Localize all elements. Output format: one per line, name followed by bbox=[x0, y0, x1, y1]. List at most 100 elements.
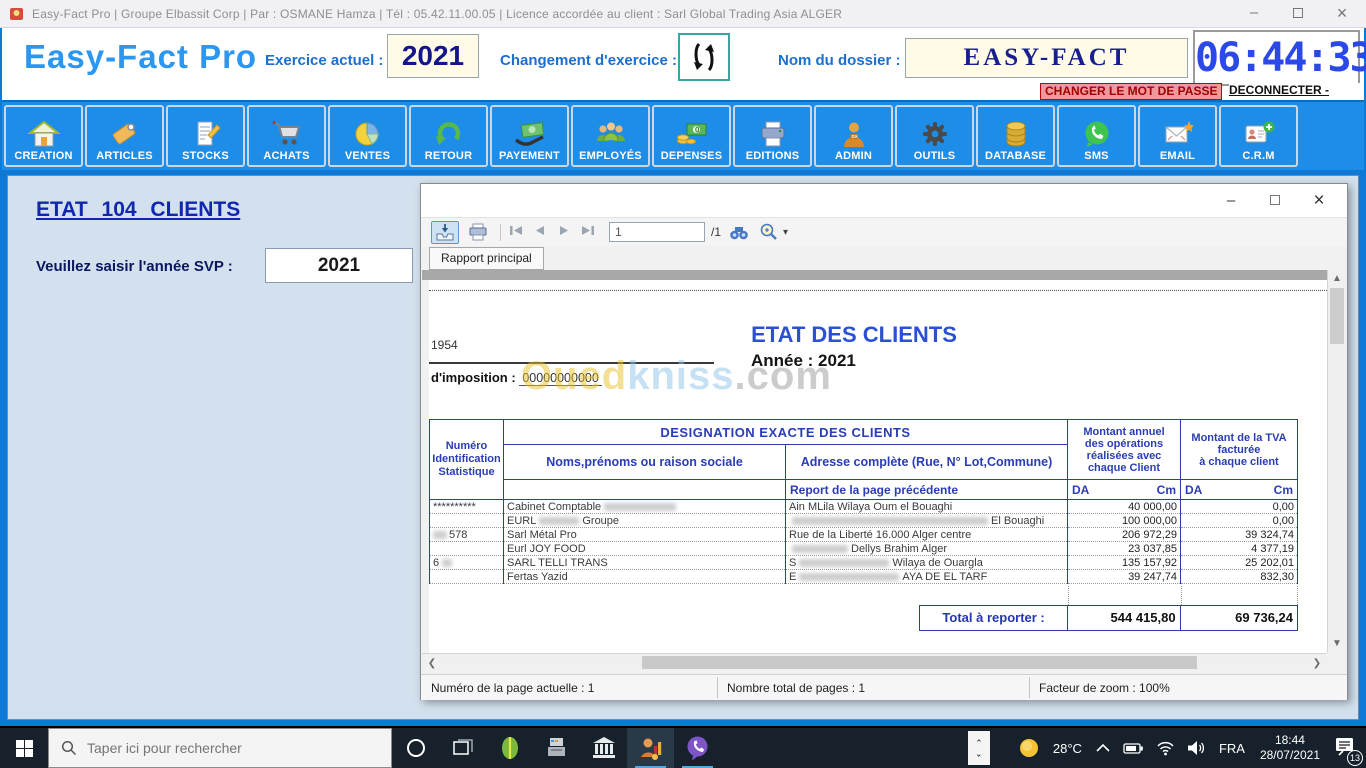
vertical-scroll-thumb[interactable] bbox=[1330, 288, 1344, 344]
toolbar-button-retour[interactable]: RETOUR bbox=[409, 105, 488, 167]
viber-icon bbox=[685, 735, 710, 761]
report-viewer-window: – × /1 ▾ bbox=[420, 183, 1348, 700]
scroll-down-icon[interactable]: ▼ bbox=[1329, 636, 1345, 652]
scroll-right-icon[interactable]: ❯ bbox=[1309, 656, 1325, 672]
toolbar-button-label: CREATION bbox=[14, 150, 72, 162]
vertical-scrollbar[interactable]: ▲ ▼ bbox=[1327, 270, 1345, 653]
taskbar-app-viber[interactable] bbox=[674, 728, 721, 768]
report-status-bar: Numéro de la page actuelle : 1 Nombre to… bbox=[421, 674, 1347, 700]
toolbar-button-editions[interactable]: EDITIONS bbox=[733, 105, 812, 167]
toolbar-button-email[interactable]: EMAIL bbox=[1138, 105, 1217, 167]
page-title: ETAT 104 CLIENTS bbox=[36, 198, 240, 222]
chevron-up-icon[interactable] bbox=[1095, 742, 1111, 754]
column-guide bbox=[1297, 586, 1298, 605]
change-password-link[interactable]: CHANGER LE MOT DE PASSE bbox=[1040, 83, 1222, 100]
maximize-icon[interactable] bbox=[1276, 0, 1320, 27]
previous-page-button[interactable] bbox=[535, 223, 546, 241]
gear-icon bbox=[918, 120, 952, 150]
tab-rapport-principal[interactable]: Rapport principal bbox=[429, 247, 544, 270]
page-top-border bbox=[429, 290, 1327, 291]
os-titlebar: Easy-Fact Pro | Groupe Elbassit Corp | P… bbox=[0, 0, 1366, 28]
notification-center-button[interactable]: 13 bbox=[1334, 736, 1356, 761]
toolbar-button-database[interactable]: DATABASE bbox=[976, 105, 1055, 167]
toolbar-button-admin[interactable]: DX ADMIN bbox=[814, 105, 893, 167]
toolbar-button-stocks[interactable]: STOCKS bbox=[166, 105, 245, 167]
whatsapp-icon bbox=[1080, 120, 1114, 150]
toolbar-button-ventes[interactable]: VENTES bbox=[328, 105, 407, 167]
toolbar-button-articles[interactable]: ARTICLES bbox=[85, 105, 164, 167]
search-icon bbox=[61, 740, 77, 756]
toolbar-button-sms[interactable]: SMS bbox=[1057, 105, 1136, 167]
change-exercice-button[interactable] bbox=[678, 33, 730, 81]
window-title: Easy-Fact Pro | Groupe Elbassit Corp | P… bbox=[32, 7, 842, 21]
search-input[interactable] bbox=[87, 740, 367, 756]
toolbar-button-crm[interactable]: C.R.M bbox=[1219, 105, 1298, 167]
year-prompt-label: Veuillez saisir l'année SVP : bbox=[36, 258, 233, 275]
toolbar-button-payement[interactable]: PAYEMENT bbox=[490, 105, 569, 167]
last-page-button[interactable] bbox=[581, 223, 595, 241]
imposition-label: d'imposition : bbox=[431, 370, 516, 385]
next-page-button[interactable] bbox=[558, 223, 569, 241]
col-header-adresse: Adresse complète (Rue, N° Lot,Commune) bbox=[786, 445, 1068, 480]
payment-icon bbox=[513, 120, 547, 150]
cortana-button[interactable] bbox=[392, 728, 439, 768]
report-title: ETAT DES CLIENTS bbox=[709, 322, 999, 348]
toolbar-button-achats[interactable]: ACHATS bbox=[247, 105, 326, 167]
easyfact-app-icon bbox=[638, 736, 663, 761]
notification-badge: 13 bbox=[1347, 750, 1363, 766]
task-view-button[interactable] bbox=[439, 728, 486, 768]
main-toolbar: CREATION ARTICLES STOCKS ACHATS VENTES R… bbox=[2, 100, 1364, 170]
redacted-text bbox=[442, 559, 452, 567]
toolbar-button-depenses[interactable]: 0 DEPENSES bbox=[652, 105, 731, 167]
toolbar-button-employes[interactable]: EMPLOYÉS bbox=[571, 105, 650, 167]
minimize-icon[interactable]: – bbox=[1232, 0, 1276, 27]
wifi-icon[interactable] bbox=[1156, 740, 1175, 756]
close-icon[interactable]: × bbox=[1320, 0, 1364, 27]
toolbar-button-label: ACHATS bbox=[263, 150, 309, 162]
windows-logo-icon bbox=[16, 740, 33, 757]
clients-table: Numéro Identification Statistique DESIGN… bbox=[429, 419, 1298, 584]
taskbar-app-bank[interactable] bbox=[580, 728, 627, 768]
redacted-text bbox=[433, 531, 447, 539]
weather-sun-icon[interactable] bbox=[1018, 737, 1040, 759]
clock-display: 06:44:33 bbox=[1193, 30, 1360, 86]
close-icon[interactable]: × bbox=[1297, 187, 1341, 215]
page-total-label: /1 bbox=[711, 225, 721, 239]
scroll-left-icon[interactable]: ❮ bbox=[424, 656, 440, 672]
toolbar-button-outils[interactable]: OUTILS bbox=[895, 105, 974, 167]
start-button[interactable] bbox=[0, 728, 48, 768]
toolbar-button-label: EDITIONS bbox=[746, 150, 800, 162]
toolbar-button-label: STOCKS bbox=[182, 150, 229, 162]
zoom-button[interactable]: ▾ bbox=[758, 222, 788, 242]
toolbar-button-creation[interactable]: CREATION bbox=[4, 105, 83, 167]
bank-icon bbox=[591, 736, 617, 760]
col-header-noms: Noms,prénoms ou raison sociale bbox=[504, 445, 786, 480]
taskbar-search-box[interactable] bbox=[48, 728, 392, 768]
column-guide bbox=[1068, 586, 1069, 605]
taskbar-app-register[interactable] bbox=[533, 728, 580, 768]
print-button[interactable] bbox=[467, 223, 489, 241]
page-number-input[interactable] bbox=[609, 222, 705, 242]
export-button[interactable] bbox=[431, 221, 459, 244]
tray-overflow-button[interactable]: ⌃⌃ bbox=[968, 731, 990, 765]
language-indicator[interactable]: FRA bbox=[1219, 741, 1245, 756]
taskbar-app-easyfact[interactable] bbox=[627, 728, 674, 768]
up-caret-icon: ⌃ bbox=[975, 739, 983, 748]
horizontal-scrollbar[interactable]: ❮ ❯ bbox=[422, 653, 1327, 670]
year-input[interactable] bbox=[265, 248, 413, 283]
first-page-button[interactable] bbox=[509, 223, 523, 241]
maximize-icon[interactable] bbox=[1253, 187, 1297, 215]
report-page: 1954 d'imposition : 00000000000 ETAT DES… bbox=[429, 280, 1327, 653]
speaker-icon[interactable] bbox=[1187, 740, 1206, 756]
scroll-up-icon[interactable]: ▲ bbox=[1329, 271, 1345, 287]
search-text-button[interactable] bbox=[729, 224, 749, 240]
cart-icon bbox=[270, 120, 304, 150]
table-row: 6 SARL TELLI TRANS SWilaya de Ouargla 13… bbox=[430, 556, 1298, 570]
taskbar-app-green[interactable] bbox=[486, 728, 533, 768]
redacted-text bbox=[799, 559, 889, 567]
horizontal-scroll-thumb[interactable] bbox=[642, 656, 1197, 669]
temperature-label[interactable]: 28°C bbox=[1053, 741, 1082, 756]
battery-icon[interactable] bbox=[1123, 740, 1144, 757]
clock-date[interactable]: 18:44 28/07/2021 bbox=[1260, 733, 1320, 763]
minimize-icon[interactable]: – bbox=[1209, 187, 1253, 215]
